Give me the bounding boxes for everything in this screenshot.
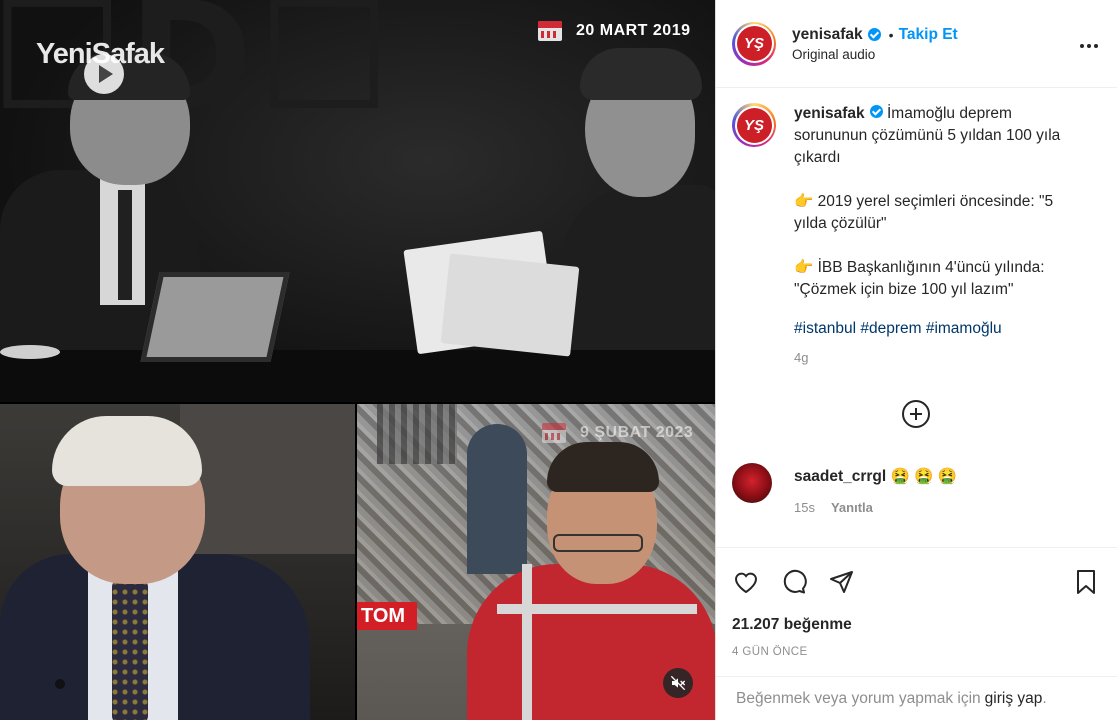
comment-item: saadet_crrgl 🤮 🤮 🤮 15s Yanıtla [732, 463, 957, 515]
post-video[interactable]: ☐D☐ YeniSafak 20 MART 2019 [0, 0, 715, 720]
man-hair [547, 442, 659, 492]
glasses [553, 534, 643, 552]
left-person-tie [118, 190, 132, 300]
heart-icon [734, 572, 758, 594]
damaged-building [377, 404, 457, 464]
video-top-panel: ☐D☐ YeniSafak 20 MART 2019 [0, 0, 715, 402]
cup [0, 345, 60, 359]
caption-first: yenisafak İmamoğlu deprem sorununun çözü… [794, 103, 1084, 169]
vest-stripe-vertical [522, 564, 532, 720]
right-person-body [560, 185, 715, 365]
separator-dot: • [888, 26, 894, 43]
post-sidebar: YŞ yenisafak • Takip Et Original audio Y… [715, 0, 1117, 720]
commenter-avatar[interactable] [732, 463, 772, 503]
lapel-mic [55, 679, 65, 689]
tv-logo: TOM [357, 602, 417, 630]
post-modal: ☐D☐ YeniSafak 20 MART 2019 [0, 0, 1117, 720]
caption-line-2: 👉 2019 yerel seçimleri öncesinde: "5 yıl… [794, 193, 1058, 232]
caption-body: yenisafak İmamoğlu deprem sorununun çözü… [794, 103, 1084, 369]
post-date[interactable]: 4 GÜN ÖNCE [732, 646, 1102, 658]
comment-text: 🤮 🤮 🤮 [890, 468, 958, 485]
comment-text-line: saadet_crrgl 🤮 🤮 🤮 [794, 467, 957, 486]
video-bottom-right-panel: TOM 9 ŞUBAT 2023 [357, 404, 715, 720]
like-button[interactable] [732, 568, 760, 596]
studio-desk [0, 350, 715, 402]
comment-time: 15s [794, 500, 815, 515]
calendar-icon [538, 21, 562, 41]
video-bottom-left-panel [0, 404, 355, 720]
old-man-hair [52, 416, 202, 486]
studio-background: ☐D☐ [0, 0, 396, 144]
hashtags[interactable]: #istanbul #deprem #imamoğlu [794, 318, 1084, 340]
rescue-worker [467, 424, 527, 574]
verified-icon [867, 28, 881, 41]
avatar-ring: YŞ [734, 105, 774, 145]
more-options-icon [1080, 44, 1098, 48]
comments-section: YŞ yenisafak İmamoğlu deprem sorununun ç… [716, 89, 1117, 546]
login-suffix: . [1042, 689, 1047, 707]
bookmark-icon [1077, 570, 1095, 594]
caption-time: 4g [794, 350, 809, 365]
save-button[interactable] [1072, 568, 1100, 596]
caption-username[interactable]: yenisafak [794, 105, 865, 122]
action-icons [732, 548, 1102, 616]
post-header: YŞ yenisafak • Takip Et Original audio [716, 0, 1117, 88]
avatar-ring: YŞ [734, 24, 774, 63]
share-button[interactable] [828, 568, 856, 596]
comment-body: saadet_crrgl 🤮 🤮 🤮 15s Yanıtla [794, 463, 957, 515]
top-date-badge: 20 MART 2019 [538, 21, 691, 41]
login-link[interactable]: giriş yap [985, 690, 1043, 708]
caption-avatar[interactable]: YŞ [732, 103, 776, 147]
post-actions: 21.207 beğenme 4 GÜN ÖNCE [716, 547, 1117, 675]
old-man-tie [112, 579, 148, 720]
header-username[interactable]: yenisafak [792, 26, 863, 44]
avatar-logo: YŞ [736, 107, 772, 143]
avatar-logo: YŞ [736, 26, 772, 61]
office-wall [180, 404, 355, 554]
load-more-comments-button[interactable] [902, 400, 930, 428]
login-prompt: Beğenmek veya yorum yapmak için giriş ya… [716, 676, 1117, 720]
more-options-button[interactable] [1077, 32, 1101, 55]
play-icon [84, 54, 124, 94]
commenter-username[interactable]: saadet_crrgl [794, 468, 886, 485]
caption-line-3: 👉 İBB Başkanlığının 4'üncü yılında: "Çöz… [794, 259, 1049, 298]
header-text: yenisafak • Takip Et Original audio [792, 26, 1077, 62]
mute-button[interactable] [663, 668, 693, 698]
comment-button[interactable] [780, 568, 808, 596]
login-prefix: Beğenmek veya yorum yapmak için [736, 689, 981, 707]
header-line: yenisafak • Takip Et [792, 26, 1077, 44]
profile-avatar[interactable]: YŞ [732, 21, 776, 66]
verified-icon [869, 105, 883, 118]
share-icon [830, 571, 853, 593]
papers-second [440, 253, 580, 357]
reply-button[interactable]: Yanıtla [831, 500, 873, 515]
caption: YŞ yenisafak İmamoğlu deprem sorununun ç… [732, 103, 1102, 369]
bottom-date-text: 9 ŞUBAT 2023 [580, 424, 694, 441]
bottom-date-badge: 9 ŞUBAT 2023 [542, 423, 693, 443]
mute-icon [670, 675, 686, 691]
calendar-icon [542, 423, 566, 443]
follow-button[interactable]: Takip Et [899, 26, 958, 44]
likes-count[interactable]: 21.207 beğenme [732, 616, 1102, 634]
audio-label[interactable]: Original audio [792, 47, 1077, 62]
top-date-text: 20 MART 2019 [576, 22, 691, 39]
comment-icon [783, 569, 807, 594]
right-person-hair [580, 48, 702, 100]
tablet [140, 272, 290, 362]
comment-meta: 15s Yanıtla [794, 500, 957, 515]
